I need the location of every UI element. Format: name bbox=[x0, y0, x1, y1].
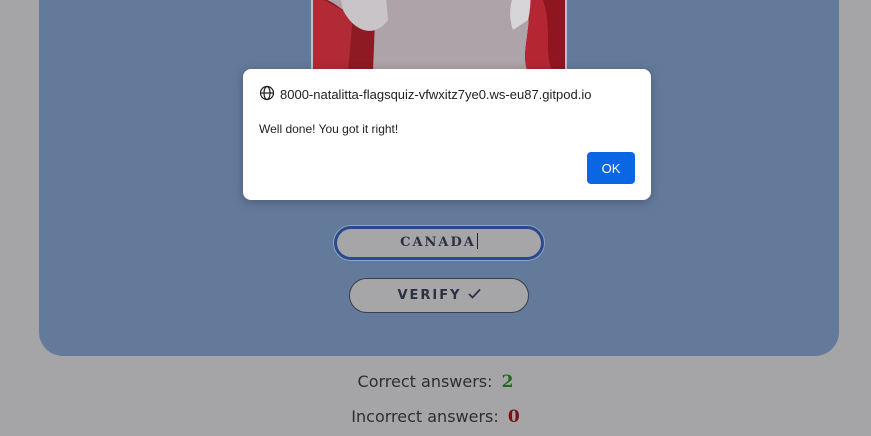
verify-button[interactable]: VERIFY bbox=[349, 278, 529, 313]
correct-answers-label: Correct answers: bbox=[357, 372, 493, 391]
answer-input[interactable]: CANADA bbox=[334, 226, 544, 260]
incorrect-answers-line: Incorrect answers: 0 bbox=[0, 407, 871, 427]
correct-answers-line: Correct answers: 2 bbox=[0, 372, 871, 392]
dialog-origin-text: 8000-natalitta-flagsquiz-vfwxitz7ye0.ws-… bbox=[280, 87, 592, 102]
flag-image bbox=[311, 0, 567, 72]
checkmark-icon bbox=[467, 288, 481, 303]
ok-button[interactable]: OK bbox=[587, 152, 635, 184]
dialog-origin: 8000-natalitta-flagsquiz-vfwxitz7ye0.ws-… bbox=[259, 85, 591, 104]
verify-button-label: VERIFY bbox=[397, 288, 462, 303]
dialog-message: Well done! You got it right! bbox=[259, 122, 399, 136]
incorrect-answers-value: 0 bbox=[507, 407, 520, 427]
globe-icon bbox=[259, 85, 275, 104]
incorrect-answers-label: Incorrect answers: bbox=[351, 407, 499, 426]
text-caret bbox=[476, 233, 478, 249]
answer-input-value: CANADA bbox=[400, 235, 476, 250]
correct-answers-value: 2 bbox=[501, 372, 514, 392]
alert-dialog: 8000-natalitta-flagsquiz-vfwxitz7ye0.ws-… bbox=[243, 69, 651, 200]
